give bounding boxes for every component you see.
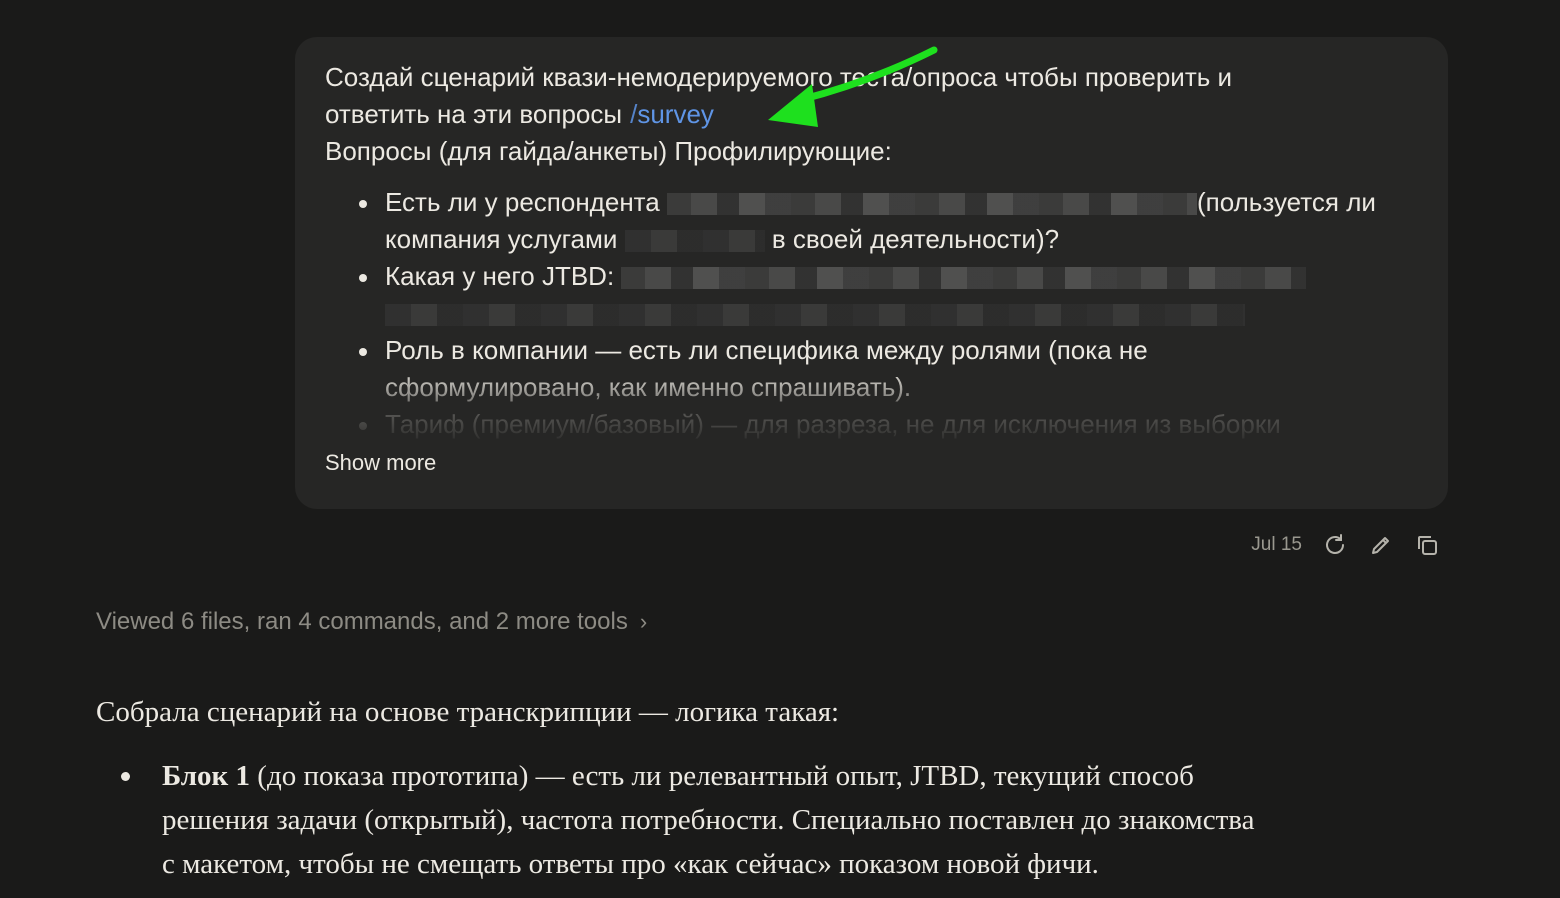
reply-intro: Собрала сценарий на основе транскрипции …: [96, 696, 840, 728]
assistant-reply: Собрала сценарий на основе транскрипции …: [96, 690, 1416, 886]
question-3-line-2: сформулировано, как именно спрашивать).: [385, 372, 912, 402]
question-4-line-1: Тариф (премиум/базовый) — для разреза, н…: [385, 409, 1281, 439]
show-more-button[interactable]: Show more: [325, 450, 436, 476]
chevron-right-icon: ›: [639, 609, 648, 634]
list-item: Тариф (премиум/базовый) — для разреза, н…: [355, 406, 1425, 443]
question-1-text-b: (пользуется ли: [1197, 187, 1376, 217]
survey-command-slash: /: [630, 99, 638, 129]
redacted-block: [624, 230, 765, 253]
redacted-block: [385, 304, 1245, 327]
question-1-text-a: Есть ли у респондента: [385, 187, 660, 217]
message-meta-row: Jul 15: [1251, 532, 1440, 558]
user-message-text: Создай сценарий квази-немодерируемого те…: [325, 59, 1425, 443]
list-item: Роль в компании — есть ли специфика межд…: [355, 332, 1425, 406]
pencil-icon[interactable]: [1368, 532, 1394, 558]
message-line-2: ответить на эти вопросы/survey: [325, 96, 1425, 133]
redacted-block: [621, 267, 1307, 290]
list-item: Блок 1 (до показа прототипа) — есть ли р…: [121, 754, 1416, 886]
block-1-line-1: (до показа прототипа) — есть ли релевант…: [250, 760, 1194, 792]
message-line-2-text: ответить на эти вопросы: [325, 99, 623, 129]
copy-icon[interactable]: [1414, 532, 1440, 558]
chat-page: Создай сценарий квази-немодерируемого те…: [0, 0, 1560, 898]
list-item: Есть ли у респондента (пользуется ли ком…: [355, 184, 1425, 258]
redacted-block: [667, 193, 1197, 216]
survey-command-tag[interactable]: survey: [637, 99, 714, 129]
list-item: Какая у него JTBD:: [355, 258, 1425, 332]
block-1-line-3: с макетом, чтобы не смещать ответы про «…: [162, 848, 1099, 880]
message-line-3: Вопросы (для гайда/анкеты) Профилирующие…: [325, 136, 892, 166]
message-line-1: Создай сценарий квази-немодерируемого те…: [325, 62, 1233, 92]
question-2-text-a: Какая у него JTBD:: [385, 261, 615, 291]
question-3-line-1: Роль в компании — есть ли специфика межд…: [385, 335, 1148, 365]
user-message-bubble: Создай сценарий квази-немодерируемого те…: [295, 37, 1448, 509]
tool-usage-summary[interactable]: Viewed 6 files, ran 4 commands, and 2 mo…: [96, 608, 647, 636]
question-1-text-d: в своей деятельности)?: [771, 224, 1060, 254]
reply-list: Блок 1 (до показа прототипа) — есть ли р…: [96, 754, 1416, 886]
question-list: Есть ли у респондента (пользуется ли ком…: [325, 184, 1425, 443]
message-date: Jul 15: [1251, 534, 1302, 555]
tool-usage-text: Viewed 6 files, ran 4 commands, and 2 mo…: [96, 608, 628, 635]
question-1-text-c: компания услугами: [385, 224, 618, 254]
block-1-title: Блок 1: [162, 760, 251, 792]
block-1-line-2: решения задачи (открытый), частота потре…: [162, 804, 1255, 836]
retry-icon[interactable]: [1322, 532, 1348, 558]
